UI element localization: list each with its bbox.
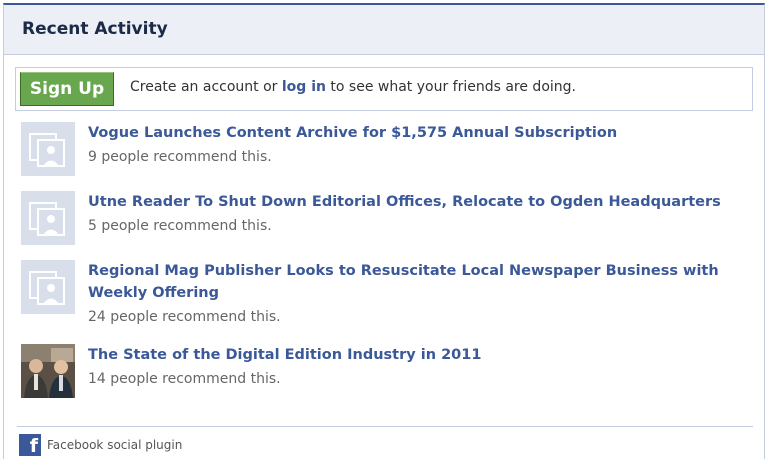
recommend-count: 5 people recommend this. [88, 218, 272, 234]
article-link[interactable]: The State of the Digital Edition Industr… [88, 344, 758, 366]
recommend-count: 14 people recommend this. [88, 371, 281, 387]
signup-text-before: Create an account or [130, 79, 282, 95]
social-plugin-footer[interactable]: f Facebook social plugin [19, 434, 183, 457]
signup-text-after: to see what your friends are doing. [325, 79, 576, 95]
article-placeholder-icon[interactable] [21, 122, 75, 176]
article-link[interactable]: Utne Reader To Shut Down Editorial Offic… [88, 191, 758, 213]
article-placeholder-icon[interactable] [21, 191, 75, 245]
footer-label: Facebook social plugin [47, 438, 183, 452]
recent-activity-widget: Recent Activity Sign Up Create an accoun… [3, 3, 765, 459]
signup-box: Sign Up Create an account or log in to s… [15, 67, 753, 111]
article-placeholder-icon[interactable] [21, 260, 75, 314]
article-link[interactable]: Vogue Launches Content Archive for $1,57… [88, 122, 758, 144]
sign-up-button[interactable]: Sign Up [20, 72, 114, 106]
login-link[interactable]: log in [282, 79, 326, 95]
article-photo-thumbnail[interactable] [21, 344, 75, 398]
widget-title: Recent Activity [4, 5, 764, 55]
facebook-logo-icon: f [19, 434, 41, 457]
recommend-count: 9 people recommend this. [88, 149, 272, 165]
footer-divider [17, 426, 753, 427]
article-link[interactable]: Regional Mag Publisher Looks to Resuscit… [88, 260, 758, 304]
recommend-count: 24 people recommend this. [88, 309, 281, 325]
signup-prompt: Create an account or log in to see what … [130, 79, 576, 95]
